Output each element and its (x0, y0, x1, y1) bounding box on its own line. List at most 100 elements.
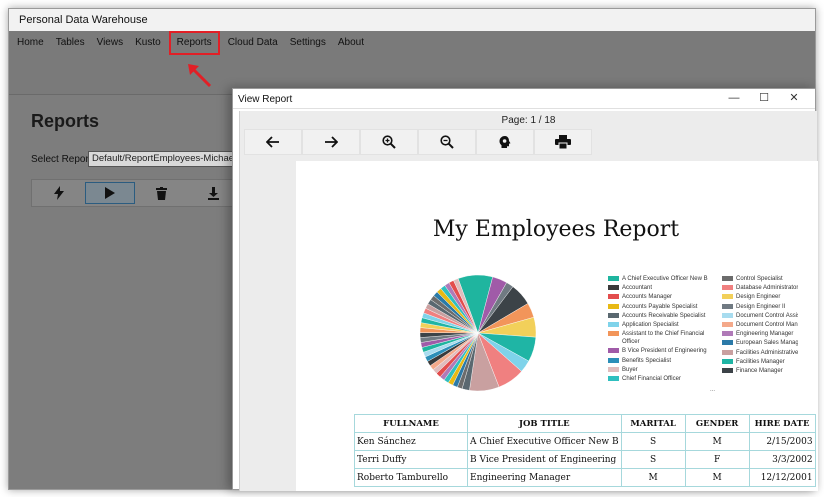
previous-page-button[interactable] (244, 129, 302, 155)
legend-swatch (722, 367, 733, 373)
legend-item: Finance Manager (722, 367, 798, 375)
app-title: Personal Data Warehouse (9, 9, 815, 31)
employee-pie-chart (419, 274, 537, 392)
select-report-label: Select Report: (31, 154, 95, 165)
legend-label: Control Specialist (736, 276, 783, 282)
cell-marital: S (620, 432, 686, 451)
cell-gender: M (684, 432, 750, 451)
legend-swatch (608, 294, 619, 300)
zoom-out-button[interactable] (418, 129, 476, 155)
legend-item: Chief Financial Officer (608, 375, 714, 383)
annotation-arrow (188, 64, 212, 88)
legend-label: Database Administrator (736, 285, 798, 292)
legend-swatch (608, 375, 619, 381)
next-page-button[interactable] (302, 129, 360, 155)
legend-label: Engineering Manager (736, 331, 794, 338)
legend-item: Document Control Manager (722, 321, 798, 329)
viewer-toolbar (244, 129, 594, 155)
legend-label: Application Specialist (622, 321, 679, 328)
legend-item: Design Engineer II (722, 303, 798, 311)
legend-swatch (722, 312, 733, 318)
run-button[interactable] (85, 182, 136, 204)
legend-column-2: Control Specialist Database Administrator… (722, 275, 798, 376)
menu-home[interactable]: Home (11, 33, 50, 53)
table-row: Ken Sánchez A Chief Executive Officer Ne… (354, 432, 816, 451)
fit-page-button[interactable] (476, 129, 534, 155)
legend-label: Facilities Administrative Assistant (736, 349, 798, 356)
cell-gender: M (684, 468, 750, 487)
cell-gender: F (684, 450, 750, 469)
cell-hire-date: 2/15/2003 (748, 432, 816, 451)
generate-button[interactable] (34, 182, 83, 204)
col-gender-header: GENDER (684, 414, 750, 433)
view-report-dialog: View Report — ☐ ✕ Page: 1 / 18 My Employ… (232, 88, 818, 491)
legend-column-1: A Chief Executive Officer New B Accountan… (608, 275, 714, 384)
legend-label: Accountant (622, 285, 653, 292)
legend-swatch (608, 357, 619, 363)
legend-item: Facilities Administrative Assistant (722, 349, 798, 357)
legend-item: Assistant to the Chief Financial Officer (608, 330, 714, 346)
legend-more: ... (710, 387, 716, 393)
table-header-row: FULLNAME JOB TITLE MARITAL GENDER HIRE D… (354, 414, 816, 433)
cell-fullname: Ken Sánchez (354, 432, 468, 451)
cell-hire-date: 12/12/2001 (748, 468, 816, 487)
download-button[interactable] (189, 182, 238, 204)
menu-reports[interactable]: Reports (168, 31, 220, 55)
menu-about[interactable]: About (332, 33, 370, 53)
cell-fullname: Roberto Tamburello (354, 468, 468, 487)
legend-swatch (722, 303, 733, 309)
cell-job-title: B Vice President of Engineering (467, 450, 622, 469)
zoom-in-button[interactable] (360, 129, 418, 155)
menu-bar: Home Tables Views Kusto Reports Cloud Da… (9, 31, 815, 55)
menu-settings[interactable]: Settings (284, 33, 332, 53)
legend-item: Design Engineer (722, 293, 798, 301)
legend-item: Application Specialist (608, 321, 714, 329)
legend-swatch (722, 321, 733, 327)
play-icon (105, 187, 116, 199)
legend-label: A Chief Executive Officer New B (622, 276, 708, 282)
menu-tables[interactable]: Tables (50, 33, 91, 53)
legend-swatch (722, 349, 733, 355)
legend-label: Finance Manager (736, 367, 783, 374)
menu-cloud-data[interactable]: Cloud Data (222, 33, 284, 53)
legend-label: Benefits Specialist (622, 357, 672, 364)
zoom-out-icon (440, 135, 454, 149)
cell-marital: M (620, 468, 686, 487)
legend-label: Accounts Payable Specialist (622, 303, 698, 310)
legend-item: B Vice President of Engineering (608, 347, 714, 355)
cell-hire-date: 3/3/2002 (748, 450, 816, 469)
employee-table: FULLNAME JOB TITLE MARITAL GENDER HIRE D… (354, 414, 816, 487)
minimize-button[interactable]: — (719, 91, 749, 105)
legend-swatch (608, 348, 619, 354)
maximize-button[interactable]: ☐ (749, 91, 779, 105)
back-arrow-icon (266, 136, 279, 148)
legend-item: Accounts Manager (608, 293, 714, 301)
trash-icon (156, 186, 168, 200)
legend-item: Control Specialist (722, 275, 798, 283)
table-row: Terri Duffy B Vice President of Engineer… (354, 450, 816, 469)
legend-swatch (608, 366, 619, 372)
close-button[interactable]: ✕ (779, 91, 809, 105)
col-fullname-header: FULLNAME (354, 414, 468, 433)
legend-item: Document Control Assistant (722, 312, 798, 320)
table-row: Roberto Tamburello Engineering Manager M… (354, 468, 816, 487)
legend-label: Design Engineer (736, 294, 781, 301)
report-title: My Employees Report (432, 217, 680, 242)
legend-item: A Chief Executive Officer New B (608, 275, 714, 283)
print-icon (555, 135, 571, 149)
legend-label: Assistant to the Chief Financial Officer (622, 331, 705, 346)
report-viewer: Page: 1 / 18 My Employees Report A Chief… (239, 111, 818, 491)
select-report-dropdown[interactable]: Default/ReportEmployees-Michael-Washingt… (88, 151, 248, 167)
menu-views[interactable]: Views (91, 33, 130, 53)
legend-swatch (608, 276, 619, 281)
legend-swatch (722, 331, 733, 337)
cell-job-title: A Chief Executive Officer New B (467, 432, 622, 451)
print-button[interactable] (534, 129, 592, 155)
legend-swatch (608, 285, 619, 291)
col-marital-header: MARITAL (620, 414, 686, 433)
cell-job-title: Engineering Manager (467, 468, 622, 487)
legend-item: Accountant (608, 284, 714, 292)
page-indicator: Page: 1 / 18 (501, 115, 556, 126)
menu-kusto[interactable]: Kusto (129, 33, 167, 53)
delete-button[interactable] (137, 182, 186, 204)
